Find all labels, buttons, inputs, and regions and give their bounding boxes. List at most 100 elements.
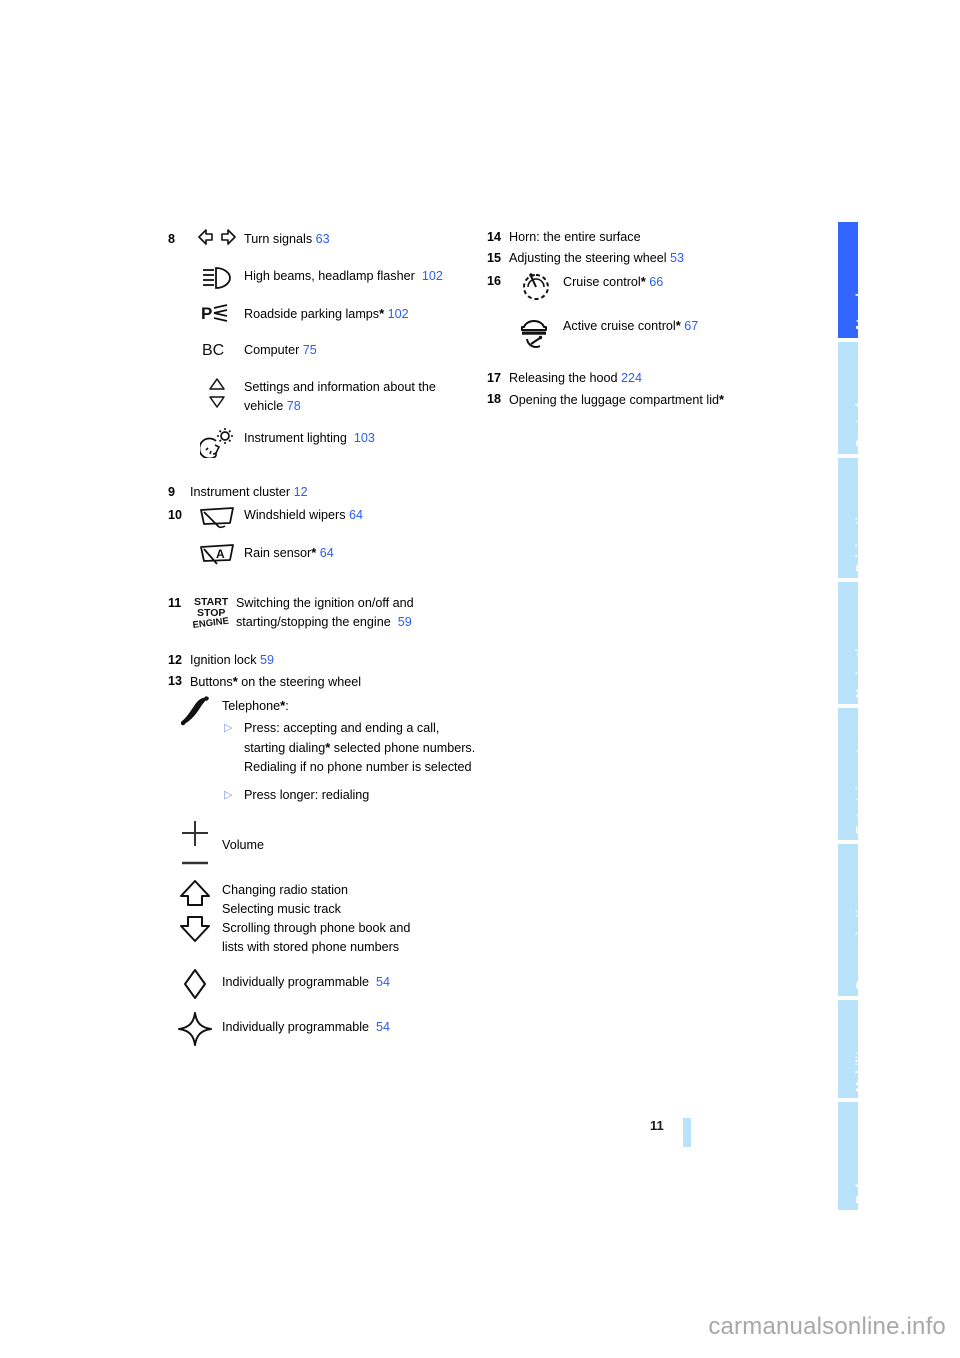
entry-8-instrument-lighting: Instrument lighting 103 (190, 427, 478, 458)
section-tab-label: Reference (854, 1142, 868, 1204)
entry-14: 14 Horn: the entire surface (487, 228, 787, 247)
arrows-line-4: lists with stored phone numbers (222, 940, 400, 954)
section-tab-controls[interactable]: Controls (838, 342, 868, 454)
entry-10-rain-sensor-text: Rain sensor* 64 (244, 541, 478, 563)
page-ref[interactable]: 12 (294, 485, 308, 499)
option-asterisk: * (640, 274, 646, 289)
manual-page: At a glance Controls Driving tips Navigatio… (0, 0, 960, 1358)
section-tab-entertainment[interactable]: Entertainment (838, 708, 868, 840)
arrows-line-2: Selecting music track (222, 902, 341, 916)
page-ref[interactable]: 78 (287, 399, 301, 413)
triangle-bullet-icon: ▷ (224, 789, 233, 801)
page-ref[interactable]: 59 (260, 653, 274, 667)
page-ref[interactable]: 59 (398, 615, 412, 629)
entry-13-volume: Volume (168, 820, 478, 867)
label: Windshield wipers (244, 508, 346, 522)
page-ref[interactable]: 102 (422, 269, 443, 283)
entry-13-telephone-bullets: ▷ Press: accepting and ending a call, st… (222, 719, 478, 805)
entry-11: 11 START STOP ENGINE Switching the ignit… (168, 592, 478, 644)
entry-13-programmable-1: Individually programmable 54 (168, 967, 478, 1000)
star-diamond-icon (168, 1011, 222, 1046)
section-tab-label: Controls (854, 395, 868, 448)
label: Buttons (190, 675, 233, 689)
arrows-line-3: Scrolling through phone book and (222, 921, 411, 935)
page-ref[interactable]: 102 (388, 307, 409, 321)
entry-8-turn-signals: Turn signals 63 (190, 228, 478, 254)
entry-14-number: 14 (487, 230, 502, 244)
label: Instrument cluster (190, 485, 291, 499)
entry-16-cruise-control: Cruise control* 66 (509, 270, 787, 303)
list-item: ▷ Press longer: redialing (222, 786, 478, 805)
entry-8-instrument-lighting-text: Instrument lighting 103 (244, 427, 478, 448)
option-asterisk: * (719, 392, 725, 407)
entry-12: 12 Ignition lock 59 (168, 651, 478, 670)
entry-10-wipers-text: Windshield wipers 64 (244, 504, 478, 525)
entry-11-number: 11 (168, 596, 182, 610)
left-content-column: 8 Turn signals 63 High beams, headlamp f… (168, 228, 478, 1057)
entry-9: 9 Instrument cluster 12 (168, 483, 478, 502)
section-tab-reference[interactable]: Reference (838, 1102, 868, 1210)
triangle-bullet-icon: ▷ (224, 722, 233, 734)
label: Cruise control (563, 275, 641, 289)
watermark: carmanualsonline.info (708, 1313, 946, 1340)
entry-13-arrows: Changing radio station Selecting music t… (168, 879, 478, 957)
section-tab-label: Driving tips (854, 502, 868, 572)
entry-8-parking-lamps-text: Roadside parking lamps* 102 (244, 302, 478, 324)
entry-13-programmable-2-text: Individually programmable 54 (222, 1011, 478, 1037)
list-item-text: Press longer: redialing (244, 788, 370, 802)
entry-11-row: START STOP ENGINE Switching the ignition… (190, 592, 478, 633)
entry-8-parking-lamps: P Roadside parking lamps* 102 (190, 302, 478, 328)
section-tab-communications[interactable]: Communications (838, 844, 868, 996)
plus-minus-volume-icon (168, 820, 222, 867)
section-tab-at-a-glance[interactable]: At a glance (838, 222, 868, 338)
entry-8-settings-text: Settings and information about the vehic… (244, 376, 478, 416)
entry-8-turn-signals-text: Turn signals 63 (244, 228, 478, 249)
entry-18-number: 18 (487, 392, 502, 406)
page-ref[interactable]: 54 (376, 1020, 390, 1034)
section-tab-label: Entertainment (854, 748, 868, 834)
entry-13: 13 Buttons* on the steering wheel (168, 672, 478, 692)
entry-13-programmable-2: Individually programmable 54 (168, 1011, 478, 1046)
page-ref[interactable]: 54 (376, 975, 390, 989)
entry-13-telephone-label: Telephone*: ▷ Press: accepting and endin… (222, 694, 478, 814)
entry-8-high-beams-text: High beams, headlamp flasher 102 (244, 265, 478, 286)
section-tab-navigation[interactable]: Navigation (838, 582, 868, 704)
entry-8: 8 Turn signals 63 High beams, headlamp f… (168, 228, 478, 469)
page-ref[interactable]: 66 (649, 275, 663, 289)
label: Instrument lighting (244, 431, 347, 445)
instrument-lighting-icon (190, 427, 244, 458)
label: Individually programmable (222, 975, 369, 989)
page-ref[interactable]: 64 (320, 546, 334, 560)
entry-13-arrows-text: Changing radio station Selecting music t… (222, 879, 478, 957)
right-content-column: 14 Horn: the entire surface 15 Adjusting… (487, 228, 787, 412)
bc-computer-icon: BC (190, 339, 244, 365)
label: Switching the ignition on/off and starti… (236, 596, 414, 629)
parking-lamp-icon: P (190, 302, 244, 328)
page-ref[interactable]: 103 (354, 431, 375, 445)
entry-8-settings: Settings and information about the vehic… (190, 376, 478, 416)
page-ref[interactable]: 224 (621, 371, 642, 385)
svg-text:BC: BC (202, 342, 224, 358)
label: Roadside parking lamps (244, 307, 380, 321)
section-tab-label: Mobility (854, 1043, 868, 1092)
label: Releasing the hood (509, 371, 618, 385)
section-tab-driving-tips[interactable]: Driving tips (838, 458, 868, 578)
page-ref[interactable]: 64 (349, 508, 363, 522)
label: Settings and information about the vehic… (244, 380, 436, 413)
entry-10-rain-sensor: A Rain sensor* 64 (190, 541, 478, 567)
page-ref[interactable]: 67 (684, 319, 698, 333)
section-tab-label: Communications (854, 887, 868, 990)
entry-15-number: 15 (487, 251, 502, 265)
label: Rain sensor (244, 546, 312, 560)
page-ref[interactable]: 53 (670, 251, 684, 265)
entry-17-text: Releasing the hood 224 (509, 369, 787, 388)
entry-13-heading: Buttons* on the steering wheel (190, 672, 478, 692)
label: Individually programmable (222, 1020, 369, 1034)
section-tab-mobility[interactable]: Mobility (838, 1000, 868, 1098)
page-ref[interactable]: 75 (303, 343, 317, 357)
page-ref[interactable]: 63 (316, 232, 330, 246)
entry-16-cruise-control-text: Cruise control* 66 (563, 270, 787, 292)
entry-17-number: 17 (487, 371, 502, 385)
entry-15-text: Adjusting the steering wheel 53 (509, 249, 787, 268)
option-asterisk: * (311, 545, 317, 560)
